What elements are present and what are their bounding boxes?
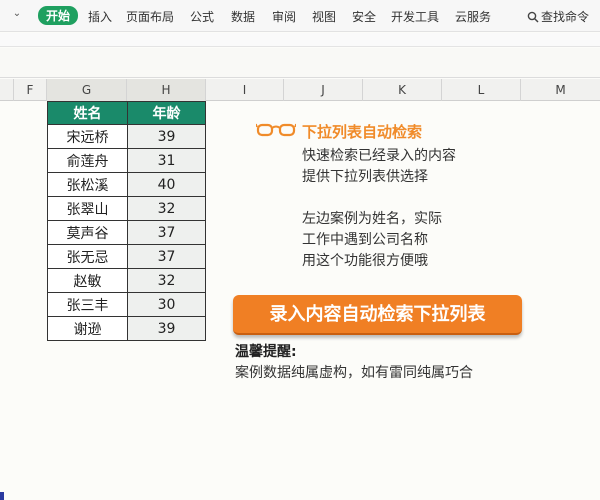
age-cell[interactable]: 37 (127, 244, 206, 269)
name-age-table: 姓名 年龄 宋远桥 39 俞莲舟 31 张松溪 40 张翠山 32 莫声谷 37 张无忌 3… (47, 101, 206, 341)
menu-tab-developer[interactable]: 开发工具 (391, 8, 439, 25)
worksheet[interactable]: 姓名 年龄 宋远桥 39 俞莲舟 31 张松溪 40 张翠山 32 莫声谷 37 张无忌 3… (0, 101, 600, 500)
column-header-k[interactable]: K (363, 79, 442, 101)
name-cell[interactable]: 莫声谷 (47, 220, 128, 245)
table-row: 宋远桥 39 (47, 124, 206, 149)
table-row: 莫声谷 37 (47, 220, 206, 245)
age-cell[interactable]: 32 (127, 196, 206, 221)
name-cell[interactable]: 张无忌 (47, 244, 128, 269)
search-command[interactable]: 查找命令 (527, 8, 589, 25)
column-header-h[interactable]: H (127, 79, 206, 101)
age-cell[interactable]: 40 (127, 172, 206, 197)
table-row: 谢逊 39 (47, 316, 206, 341)
menu-tab-review[interactable]: 审阅 (272, 8, 296, 25)
table-header-age[interactable]: 年龄 (127, 101, 206, 125)
column-header-m[interactable]: M (521, 79, 600, 101)
menu-tab-cloud[interactable]: 云服务 (455, 8, 491, 25)
table-row: 俞莲舟 31 (47, 148, 206, 173)
table-row: 赵敏 32 (47, 268, 206, 293)
feature-banner-button[interactable]: 录入内容自动检索下拉列表 (233, 295, 522, 335)
tip-line: 提供下拉列表供选择 (302, 169, 428, 185)
menu-tab-page-layout[interactable]: 页面布局 (126, 8, 174, 25)
tip-line: 工作中遇到公司名称 (302, 232, 428, 248)
name-cell[interactable]: 张翠山 (47, 196, 128, 221)
name-cell[interactable]: 张三丰 (47, 292, 128, 317)
age-cell[interactable]: 31 (127, 148, 206, 173)
column-header-f[interactable]: F (14, 79, 47, 101)
table-row: 张三丰 30 (47, 292, 206, 317)
menu-tab-formulas[interactable]: 公式 (190, 8, 214, 25)
menu-tab-data[interactable]: 数据 (231, 8, 255, 25)
name-cell[interactable]: 俞莲舟 (47, 148, 128, 173)
reminder-label: 温馨提醒: (235, 344, 297, 360)
glasses-icon (256, 123, 296, 137)
reminder-text: 案例数据纯属虚构，如有雷同纯属巧合 (235, 365, 473, 381)
formula-bar[interactable] (0, 48, 600, 78)
column-header-i[interactable]: I (206, 79, 284, 101)
table-header-name[interactable]: 姓名 (47, 101, 128, 125)
search-icon (527, 11, 539, 23)
tip-title: 下拉列表自动检索 (302, 123, 423, 141)
toolbar-strip (0, 33, 600, 47)
name-cell[interactable]: 宋远桥 (47, 124, 128, 149)
search-command-label: 查找命令 (541, 10, 590, 24)
column-header-g[interactable]: G (47, 79, 127, 101)
tip-line: 快速检索已经录入的内容 (302, 148, 456, 164)
table-row: 张翠山 32 (47, 196, 206, 221)
table-row: 张无忌 37 (47, 244, 206, 269)
row-header-column (0, 101, 14, 500)
column-header-left-stub (0, 79, 14, 101)
collapse-ribbon-icon[interactable]: ⌄ (10, 8, 24, 19)
column-headers: F G H I J K L M (0, 79, 600, 101)
column-header-j[interactable]: J (284, 79, 363, 101)
table-row: 张松溪 40 (47, 172, 206, 197)
age-cell[interactable]: 39 (127, 316, 206, 341)
ribbon-menu-bar: ⌄ 开始 插入 页面布局 公式 数据 审阅 视图 安全 开发工具 云服务 查找命… (0, 0, 600, 32)
menu-tab-home[interactable]: 开始 (38, 6, 79, 25)
age-cell[interactable]: 39 (127, 124, 206, 149)
age-cell[interactable]: 30 (127, 292, 206, 317)
tip-line: 用这个功能很方便哦 (302, 253, 428, 269)
menu-tab-view[interactable]: 视图 (312, 8, 336, 25)
menu-tab-security[interactable]: 安全 (352, 8, 376, 25)
column-header-l[interactable]: L (442, 79, 521, 101)
name-cell[interactable]: 张松溪 (47, 172, 128, 197)
name-cell[interactable]: 赵敏 (47, 268, 128, 293)
age-cell[interactable]: 37 (127, 220, 206, 245)
name-cell[interactable]: 谢逊 (47, 316, 128, 341)
age-cell[interactable]: 32 (127, 268, 206, 293)
sheet-corner-marker (0, 492, 4, 500)
menu-tab-insert[interactable]: 插入 (88, 8, 112, 25)
tip-line: 左边案例为姓名，实际 (302, 211, 442, 227)
